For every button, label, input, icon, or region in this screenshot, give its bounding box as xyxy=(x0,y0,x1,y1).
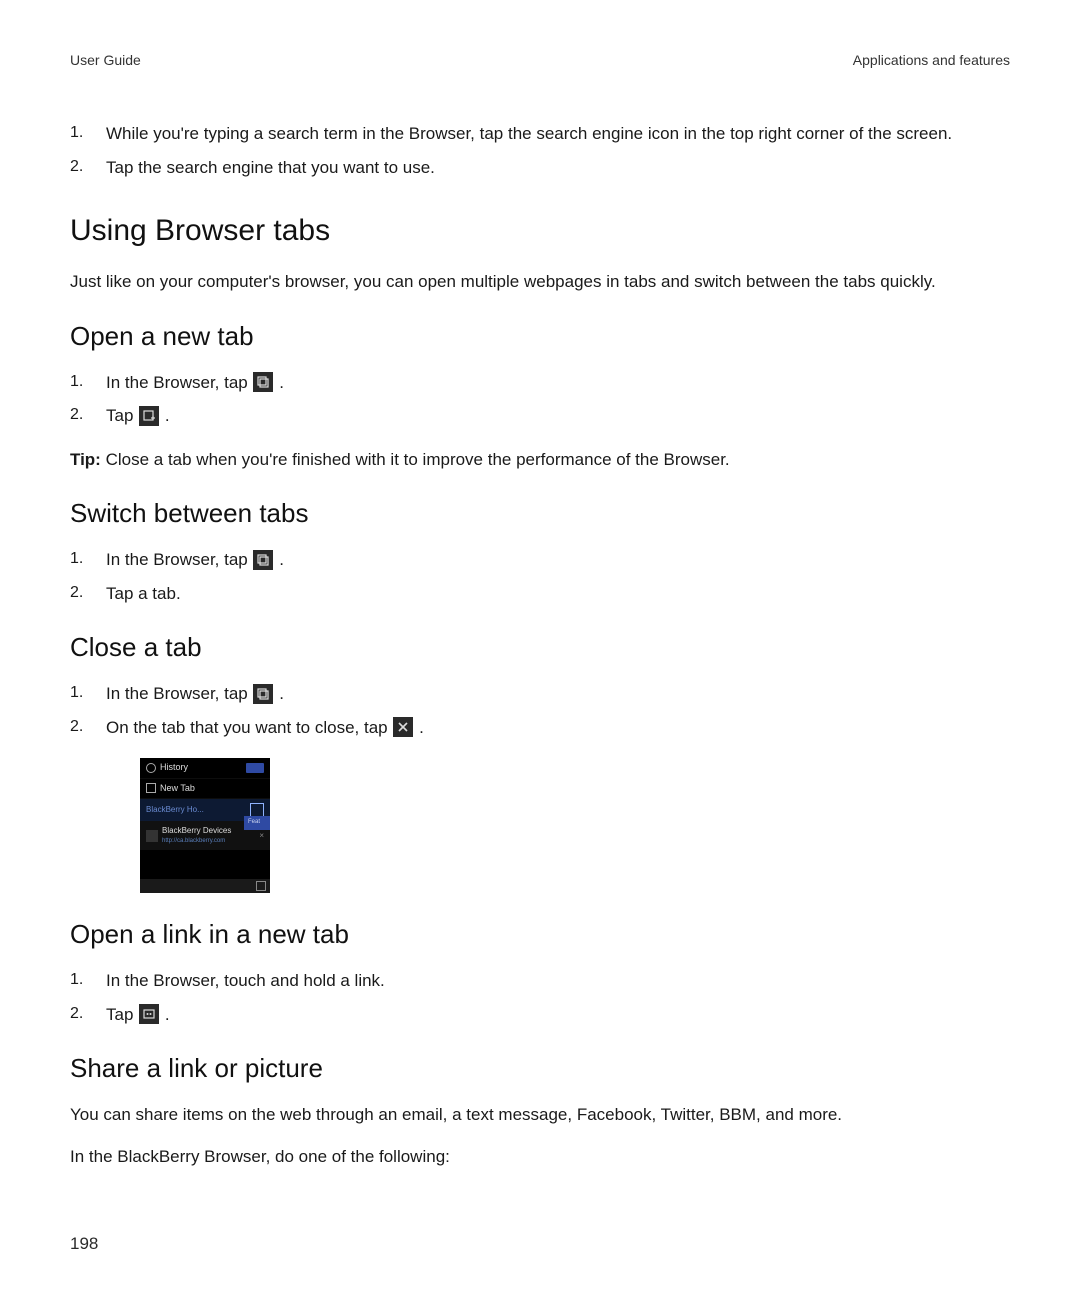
step-number: 2. xyxy=(70,403,106,427)
screenshot-side-label: Feat xyxy=(244,816,270,830)
page-number: 198 xyxy=(70,1231,98,1257)
tabs-icon xyxy=(256,881,266,891)
text-fragment: Tap xyxy=(106,406,138,425)
open-in-new-tab-icon xyxy=(139,1004,159,1024)
step-number: 2. xyxy=(70,1002,106,1026)
screenshot-highlight-box xyxy=(250,803,264,817)
text-fragment: . xyxy=(165,1005,170,1024)
list-item: 2. On the tab that you want to close, ta… xyxy=(70,715,1010,741)
text-fragment: In the Browser, tap xyxy=(106,684,252,703)
paragraph: Just like on your computer's browser, yo… xyxy=(70,269,1010,295)
header-left: User Guide xyxy=(70,50,141,71)
close-tab-steps: 1. In the Browser, tap . 2. On the tab t… xyxy=(70,681,1010,740)
page-header: User Guide Applications and features xyxy=(70,50,1010,71)
step-text: In the Browser, tap . xyxy=(106,370,1010,396)
text-fragment: In the Browser, tap xyxy=(106,373,252,392)
step-text: On the tab that you want to close, tap . xyxy=(106,715,1010,741)
clock-icon xyxy=(146,763,156,773)
step-number: 1. xyxy=(70,121,106,145)
list-item: 2. Tap . xyxy=(70,1002,1010,1028)
tabs-icon xyxy=(253,684,273,704)
screenshot-pill xyxy=(246,763,264,773)
tip-text: Close a tab when you're finished with it… xyxy=(106,450,730,469)
heading-close-tab: Close a tab xyxy=(70,628,1010,667)
heading-using-browser-tabs: Using Browser tabs xyxy=(70,208,1010,253)
list-item: 1. In the Browser, tap . xyxy=(70,370,1010,396)
list-item: 1. While you're typing a search term in … xyxy=(70,121,1010,147)
switch-tabs-steps: 1. In the Browser, tap . 2. Tap a tab. xyxy=(70,547,1010,606)
text-fragment: . xyxy=(279,550,284,569)
step-text: In the Browser, tap . xyxy=(106,681,1010,707)
step-text: Tap . xyxy=(106,1002,1010,1028)
header-right: Applications and features xyxy=(853,50,1010,71)
open-new-tab-steps: 1. In the Browser, tap . 2. Tap . xyxy=(70,370,1010,429)
heading-open-link-new-tab: Open a link in a new tab xyxy=(70,915,1010,954)
list-item: 1. In the Browser, touch and hold a link… xyxy=(70,968,1010,994)
paragraph: In the BlackBerry Browser, do one of the… xyxy=(70,1144,1010,1170)
screenshot-footer xyxy=(140,879,270,893)
text-fragment: http://ca.blackberry.com xyxy=(162,837,231,846)
step-text: Tap . xyxy=(106,403,1010,429)
step-text: In the Browser, tap . xyxy=(106,547,1010,573)
screenshot-tab-text: BlackBerry Devices http://ca.blackberry.… xyxy=(162,825,231,846)
step-text: Tap a tab. xyxy=(106,581,1010,607)
close-icon: × xyxy=(259,830,264,842)
tip-label: Tip: xyxy=(70,450,106,469)
step-text: Tap the search engine that you want to u… xyxy=(106,155,1010,181)
text-fragment: . xyxy=(165,406,170,425)
open-link-steps: 1. In the Browser, touch and hold a link… xyxy=(70,968,1010,1027)
step-number: 1. xyxy=(70,968,106,992)
list-item: 1. In the Browser, tap . xyxy=(70,547,1010,573)
intro-steps-list: 1. While you're typing a search term in … xyxy=(70,121,1010,180)
heading-switch-between-tabs: Switch between tabs xyxy=(70,494,1010,533)
screenshot-thumbnail xyxy=(146,830,158,842)
screenshot-history-row: History xyxy=(140,758,270,779)
list-item: 2. Tap the search engine that you want t… xyxy=(70,155,1010,181)
heading-share-link: Share a link or picture xyxy=(70,1049,1010,1088)
step-number: 1. xyxy=(70,370,106,394)
step-number: 1. xyxy=(70,547,106,571)
text-fragment: In the Browser, tap xyxy=(106,550,252,569)
step-number: 2. xyxy=(70,155,106,179)
paragraph: You can share items on the web through a… xyxy=(70,1102,1010,1128)
tabs-icon xyxy=(253,372,273,392)
text-fragment: Tap xyxy=(106,1005,138,1024)
text-fragment: . xyxy=(279,373,284,392)
text-fragment: . xyxy=(279,684,284,703)
step-number: 1. xyxy=(70,681,106,705)
screenshot-history-label: History xyxy=(160,761,188,775)
new-tab-icon xyxy=(139,406,159,426)
step-number: 2. xyxy=(70,581,106,605)
text-fragment: BlackBerry Devices xyxy=(162,826,231,835)
step-text: While you're typing a search term in the… xyxy=(106,121,1010,147)
text-fragment: On the tab that you want to close, tap xyxy=(106,718,392,737)
tabs-icon xyxy=(253,550,273,570)
step-text: In the Browser, touch and hold a link. xyxy=(106,968,1010,994)
step-number: 2. xyxy=(70,715,106,739)
screenshot-newtab-row: New Tab xyxy=(140,779,270,800)
screenshot-tab-title: BlackBerry Ho... xyxy=(146,804,204,816)
tabs-screenshot: History New Tab BlackBerry Ho... BlackBe… xyxy=(140,758,270,893)
tip-paragraph: Tip: Close a tab when you're finished wi… xyxy=(70,447,1010,473)
new-tab-icon xyxy=(146,783,156,793)
heading-open-new-tab: Open a new tab xyxy=(70,317,1010,356)
close-icon xyxy=(393,717,413,737)
screenshot-newtab-label: New Tab xyxy=(160,782,195,796)
list-item: 1. In the Browser, tap . xyxy=(70,681,1010,707)
list-item: 2. Tap . xyxy=(70,403,1010,429)
list-item: 2. Tap a tab. xyxy=(70,581,1010,607)
text-fragment: . xyxy=(419,718,424,737)
